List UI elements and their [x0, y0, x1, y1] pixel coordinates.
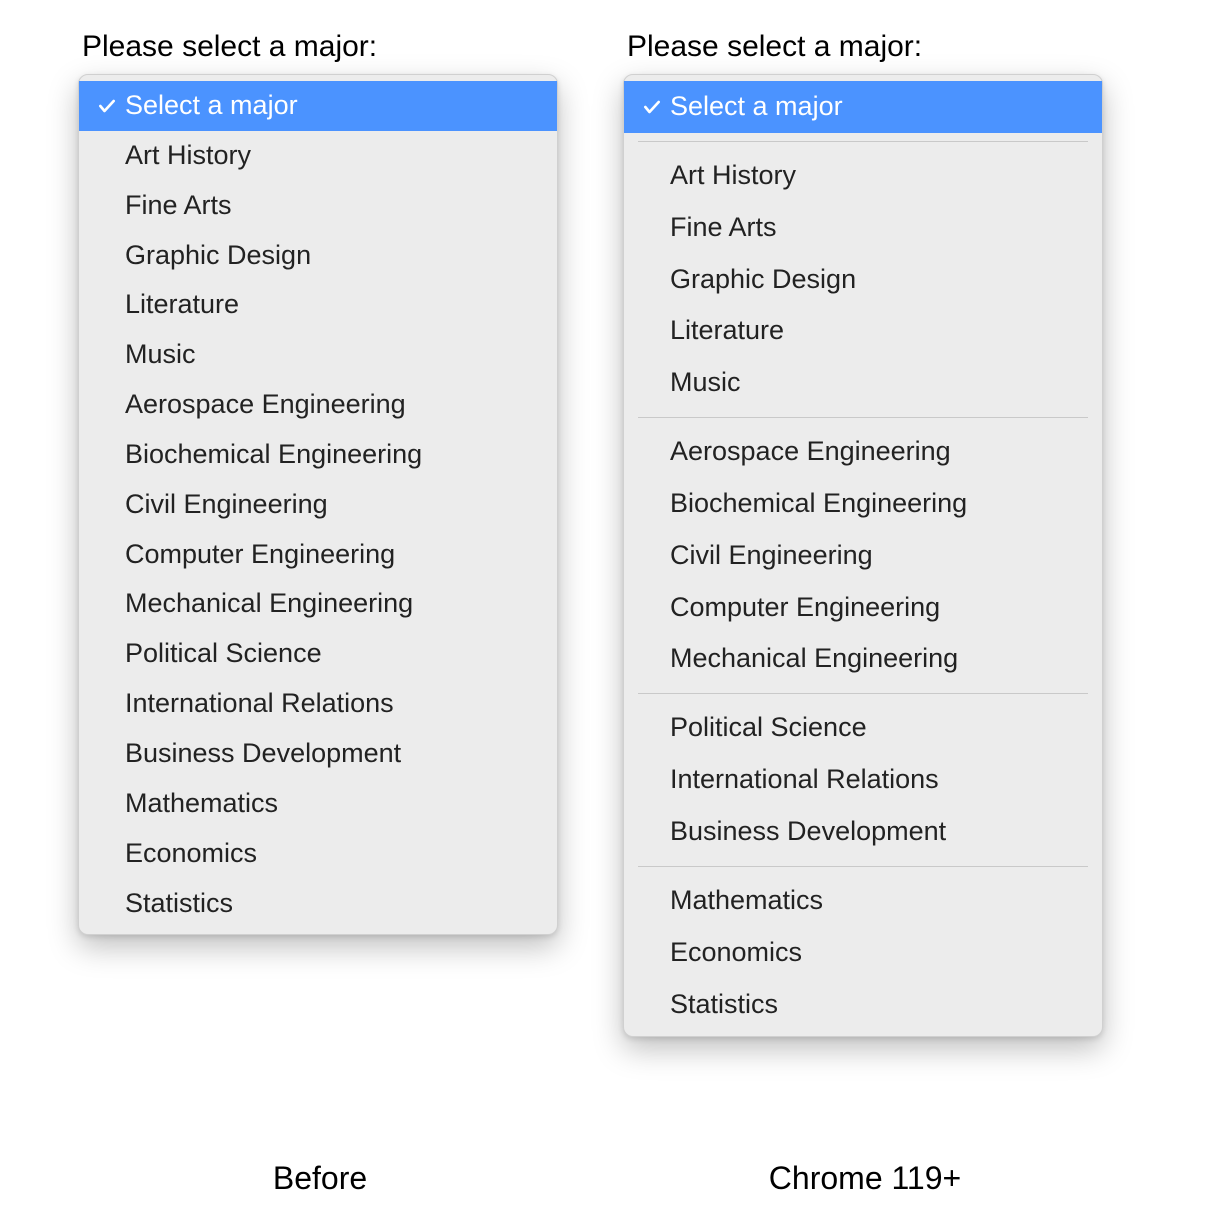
option-item[interactable]: Civil Engineering	[624, 530, 1102, 582]
option-label: International Relations	[125, 683, 543, 725]
option-item[interactable]: International Relations	[79, 679, 557, 729]
option-item[interactable]: Computer Engineering	[79, 530, 557, 580]
option-label: Graphic Design	[670, 259, 1088, 301]
option-label: Literature	[670, 310, 1088, 352]
prompt-label-after: Please select a major:	[627, 30, 1115, 64]
group-separator	[638, 693, 1088, 694]
option-item[interactable]: Aerospace Engineering	[624, 426, 1102, 478]
option-label: Mechanical Engineering	[670, 638, 1088, 680]
option-label: Mathematics	[125, 783, 543, 825]
option-label: Fine Arts	[125, 185, 543, 227]
group-separator	[638, 866, 1088, 867]
option-item[interactable]: Fine Arts	[624, 202, 1102, 254]
option-item[interactable]: Mechanical Engineering	[79, 579, 557, 629]
option-label: Computer Engineering	[670, 587, 1088, 629]
group-separator	[638, 141, 1088, 142]
option-item[interactable]: Music	[624, 357, 1102, 409]
option-label: Economics	[125, 833, 543, 875]
option-label: Political Science	[670, 707, 1088, 749]
option-label: Music	[125, 334, 543, 376]
option-label: Economics	[670, 932, 1088, 974]
option-item[interactable]: Graphic Design	[624, 254, 1102, 306]
option-item[interactable]: Statistics	[624, 979, 1102, 1031]
option-item[interactable]: Music	[79, 330, 557, 380]
option-item[interactable]: Fine Arts	[79, 181, 557, 231]
after-column: Please select a major: Select a major Ar…	[615, 30, 1115, 1037]
option-label: Political Science	[125, 633, 543, 675]
option-item[interactable]: International Relations	[624, 754, 1102, 806]
option-label: Select a major	[125, 85, 543, 127]
option-item[interactable]: Biochemical Engineering	[624, 478, 1102, 530]
option-label: Graphic Design	[125, 235, 543, 277]
option-item[interactable]: Art History	[79, 131, 557, 181]
option-item[interactable]: Aerospace Engineering	[79, 380, 557, 430]
caption-before: Before	[70, 1160, 570, 1197]
option-item[interactable]: Mathematics	[624, 875, 1102, 927]
option-label: Literature	[125, 284, 543, 326]
option-label: Biochemical Engineering	[125, 434, 543, 476]
option-label: Select a major	[670, 86, 1088, 128]
option-item[interactable]: Statistics	[79, 879, 557, 929]
option-item[interactable]: Biochemical Engineering	[79, 430, 557, 480]
option-item[interactable]: Computer Engineering	[624, 582, 1102, 634]
option-label: Statistics	[670, 984, 1088, 1026]
select-menu-after[interactable]: Select a major Art History Fine Arts Graph…	[623, 74, 1103, 1037]
group-separator	[638, 417, 1088, 418]
option-label: Computer Engineering	[125, 534, 543, 576]
option-item[interactable]: Economics	[79, 829, 557, 879]
option-label: Art History	[125, 135, 543, 177]
option-item[interactable]: Political Science	[79, 629, 557, 679]
option-item[interactable]: Mathematics	[79, 779, 557, 829]
option-label: Music	[670, 362, 1088, 404]
option-item[interactable]: Art History	[624, 150, 1102, 202]
option-label: Civil Engineering	[670, 535, 1088, 577]
option-label: International Relations	[670, 759, 1088, 801]
option-item[interactable]: Mechanical Engineering	[624, 633, 1102, 685]
option-selected[interactable]: Select a major	[624, 81, 1102, 133]
option-item[interactable]: Business Development	[79, 729, 557, 779]
select-menu-before[interactable]: Select a major Art History Fine Arts Graph…	[78, 74, 558, 935]
option-item[interactable]: Business Development	[624, 806, 1102, 858]
option-item[interactable]: Economics	[624, 927, 1102, 979]
option-label: Biochemical Engineering	[670, 483, 1088, 525]
option-label: Statistics	[125, 883, 543, 925]
option-label: Aerospace Engineering	[125, 384, 543, 426]
option-item[interactable]: Civil Engineering	[79, 480, 557, 530]
prompt-label-before: Please select a major:	[82, 30, 570, 64]
option-label: Fine Arts	[670, 207, 1088, 249]
caption-after: Chrome 119+	[615, 1160, 1115, 1197]
option-item[interactable]: Literature	[624, 305, 1102, 357]
option-item[interactable]: Graphic Design	[79, 231, 557, 281]
before-column: Please select a major: Select a major Ar…	[70, 30, 570, 935]
option-label: Business Development	[125, 733, 543, 775]
option-label: Aerospace Engineering	[670, 431, 1088, 473]
option-label: Business Development	[670, 811, 1088, 853]
check-icon	[97, 96, 125, 116]
option-selected[interactable]: Select a major	[79, 81, 557, 131]
option-label: Mathematics	[670, 880, 1088, 922]
option-label: Civil Engineering	[125, 484, 543, 526]
option-item[interactable]: Literature	[79, 280, 557, 330]
option-label: Mechanical Engineering	[125, 583, 543, 625]
option-label: Art History	[670, 155, 1088, 197]
check-icon	[642, 97, 670, 117]
option-item[interactable]: Political Science	[624, 702, 1102, 754]
